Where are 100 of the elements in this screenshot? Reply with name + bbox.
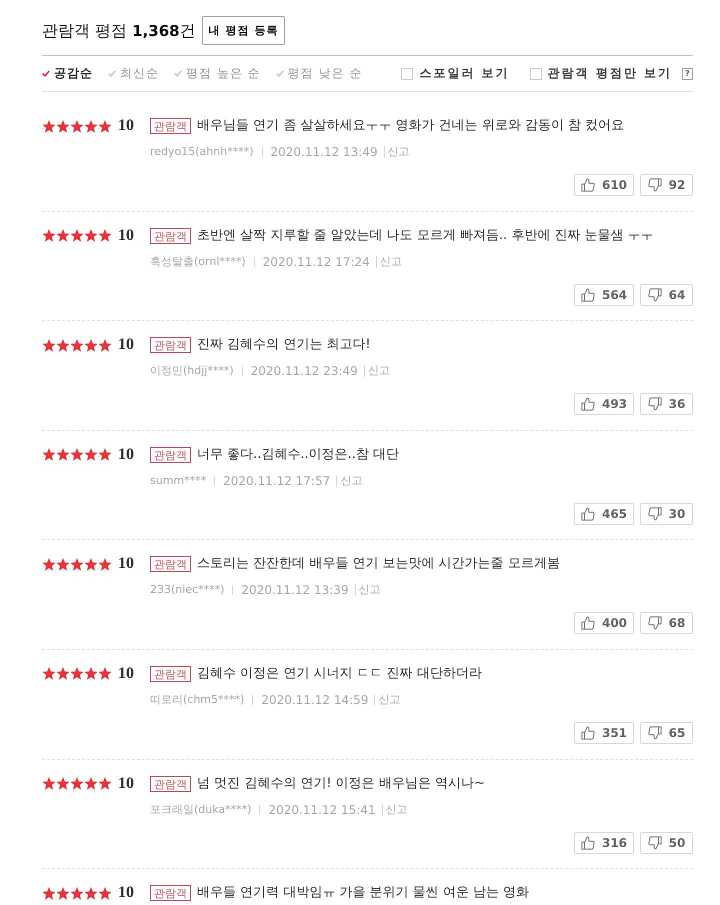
review-text: 초반엔 살짝 지루할 줄 알았는데 나도 모르게 빠져듬.. 후반에 진짜 눈물샘 ㅜㅜ bbox=[197, 226, 654, 245]
star-icon bbox=[84, 448, 98, 462]
thumbs-up-icon bbox=[580, 726, 595, 740]
check-icon bbox=[108, 70, 116, 77]
thumbs-up-icon bbox=[580, 288, 595, 302]
star-icon bbox=[42, 229, 56, 242]
dislike-button[interactable]: 65 bbox=[640, 722, 693, 744]
star-icon bbox=[98, 558, 112, 571]
review-text: 배우님들 연기 좀 살살하세요ㅜㅜ 영화가 건네는 위로와 감동이 참 컸어요 bbox=[197, 117, 624, 135]
review-text: 배우들 연기력 대박임ㅠ 가을 분위기 물씬 여운 남는 영화 bbox=[197, 884, 530, 902]
like-button[interactable]: 351 bbox=[574, 722, 634, 744]
thumbs-down-icon bbox=[648, 397, 662, 412]
star-icon bbox=[42, 120, 56, 132]
thumbs-up-icon bbox=[580, 506, 595, 521]
star-icon bbox=[56, 886, 70, 900]
star-icon bbox=[98, 229, 112, 242]
review-date: 2020.11.12 17:24 bbox=[262, 254, 370, 270]
rating-score: 10 bbox=[118, 774, 134, 794]
thumbs-down-icon bbox=[648, 836, 662, 850]
register-rating-button[interactable]: 내 평점 등록 bbox=[202, 16, 286, 45]
thumbs-down-icon bbox=[648, 288, 662, 302]
star-icon bbox=[98, 886, 112, 900]
review-date: 2020.11.12 13:49 bbox=[270, 144, 378, 160]
dislike-button[interactable]: 50 bbox=[640, 832, 693, 854]
like-button[interactable]: 400 bbox=[574, 612, 634, 634]
author-name: 233(niec****) bbox=[150, 582, 224, 598]
star-icon bbox=[70, 338, 84, 352]
rating-score: 10 bbox=[118, 226, 134, 246]
review-text: 너무 좋다..김혜수..이정은..참 대단 bbox=[197, 446, 400, 464]
dislike-button[interactable]: 30 bbox=[640, 502, 693, 525]
review-date: 2020.11.12 14:59 bbox=[261, 692, 368, 708]
like-button[interactable]: 493 bbox=[574, 393, 634, 416]
review-date: 2020.11.12 17:57 bbox=[223, 472, 330, 489]
viewer-badge: 관람객 bbox=[150, 776, 191, 792]
thumbs-up-icon bbox=[580, 397, 595, 412]
checkbox[interactable] bbox=[401, 68, 414, 80]
thumbs-up-icon bbox=[580, 178, 595, 192]
star-icon bbox=[98, 777, 112, 790]
star-icon bbox=[42, 338, 56, 352]
star-icon bbox=[84, 558, 98, 571]
star-icon bbox=[56, 229, 70, 242]
review-date: 2020.11.12 15:41 bbox=[268, 802, 376, 818]
thumbs-down-icon bbox=[648, 506, 662, 521]
viewer-badge: 관람객 bbox=[150, 666, 191, 682]
star-icon bbox=[56, 777, 70, 790]
dislike-button[interactable]: 92 bbox=[640, 174, 693, 196]
star-icon bbox=[42, 448, 56, 462]
star-icon bbox=[42, 886, 56, 900]
review-date: 2020.11.12 13:39 bbox=[241, 582, 349, 598]
like-button[interactable]: 610 bbox=[574, 174, 634, 196]
review-text: 진짜 김혜수의 연기는 최고다! bbox=[197, 336, 371, 354]
review-text: 스토리는 잔잔한데 배우들 연기 보는맛에 시간가는줄 모르게봄 bbox=[197, 555, 560, 574]
star-icon bbox=[42, 558, 56, 571]
check-icon bbox=[42, 70, 50, 77]
thumbs-up-icon bbox=[580, 616, 595, 630]
star-icon bbox=[42, 777, 56, 790]
thumbs-down-icon bbox=[648, 178, 662, 192]
sort-option[interactable]: 공감순 bbox=[42, 65, 93, 82]
star-icon bbox=[56, 338, 70, 352]
star-icon bbox=[56, 448, 70, 462]
like-button[interactable]: 465 bbox=[574, 502, 634, 525]
like-button[interactable]: 316 bbox=[574, 832, 634, 854]
check-icon bbox=[276, 70, 284, 77]
checkbox[interactable] bbox=[530, 68, 542, 80]
review-date: 2020.11.12 23:49 bbox=[250, 363, 358, 380]
help-button[interactable]: ? bbox=[682, 68, 693, 80]
author-name: 이정민(hdjj****) bbox=[150, 363, 234, 380]
viewer-badge: 관람객 bbox=[150, 228, 191, 244]
star-icon bbox=[56, 667, 70, 680]
star-icon bbox=[84, 229, 98, 242]
viewer-badge: 관람객 bbox=[150, 556, 191, 572]
star-icon bbox=[98, 448, 112, 462]
viewer-badge: 관람객 bbox=[150, 446, 191, 463]
star-icon bbox=[70, 448, 84, 462]
star-icon bbox=[84, 777, 98, 790]
star-icon bbox=[70, 667, 84, 680]
rating-score: 10 bbox=[118, 664, 134, 684]
author-name: 혹성탈출(ornl****) bbox=[150, 254, 246, 270]
dislike-button[interactable]: 36 bbox=[640, 393, 693, 416]
thumbs-down-icon bbox=[648, 726, 662, 740]
star-icon bbox=[70, 229, 84, 242]
author-name: summ**** bbox=[150, 472, 206, 489]
thumbs-down-icon bbox=[648, 616, 662, 630]
checkbox-label[interactable]: 관람객 평점만 보기 bbox=[548, 65, 672, 82]
dislike-button[interactable]: 64 bbox=[640, 284, 693, 306]
star-icon bbox=[56, 120, 70, 132]
dislike-button[interactable]: 68 bbox=[640, 612, 693, 634]
like-button[interactable]: 564 bbox=[574, 284, 634, 306]
viewer-badge: 관람객 bbox=[150, 337, 191, 354]
star-icon bbox=[98, 338, 112, 352]
author-name: redyo15(ahnh****) bbox=[150, 144, 254, 160]
star-icon bbox=[84, 120, 98, 132]
rating-score: 10 bbox=[118, 554, 134, 574]
rating-score: 10 bbox=[118, 444, 134, 465]
thumbs-up-icon bbox=[580, 836, 595, 850]
checkbox-label[interactable]: 스포일러 보기 bbox=[419, 65, 510, 82]
star-icon bbox=[84, 667, 98, 680]
viewer-badge: 관람객 bbox=[150, 885, 191, 902]
star-icon bbox=[70, 558, 84, 571]
star-icon bbox=[98, 120, 112, 132]
